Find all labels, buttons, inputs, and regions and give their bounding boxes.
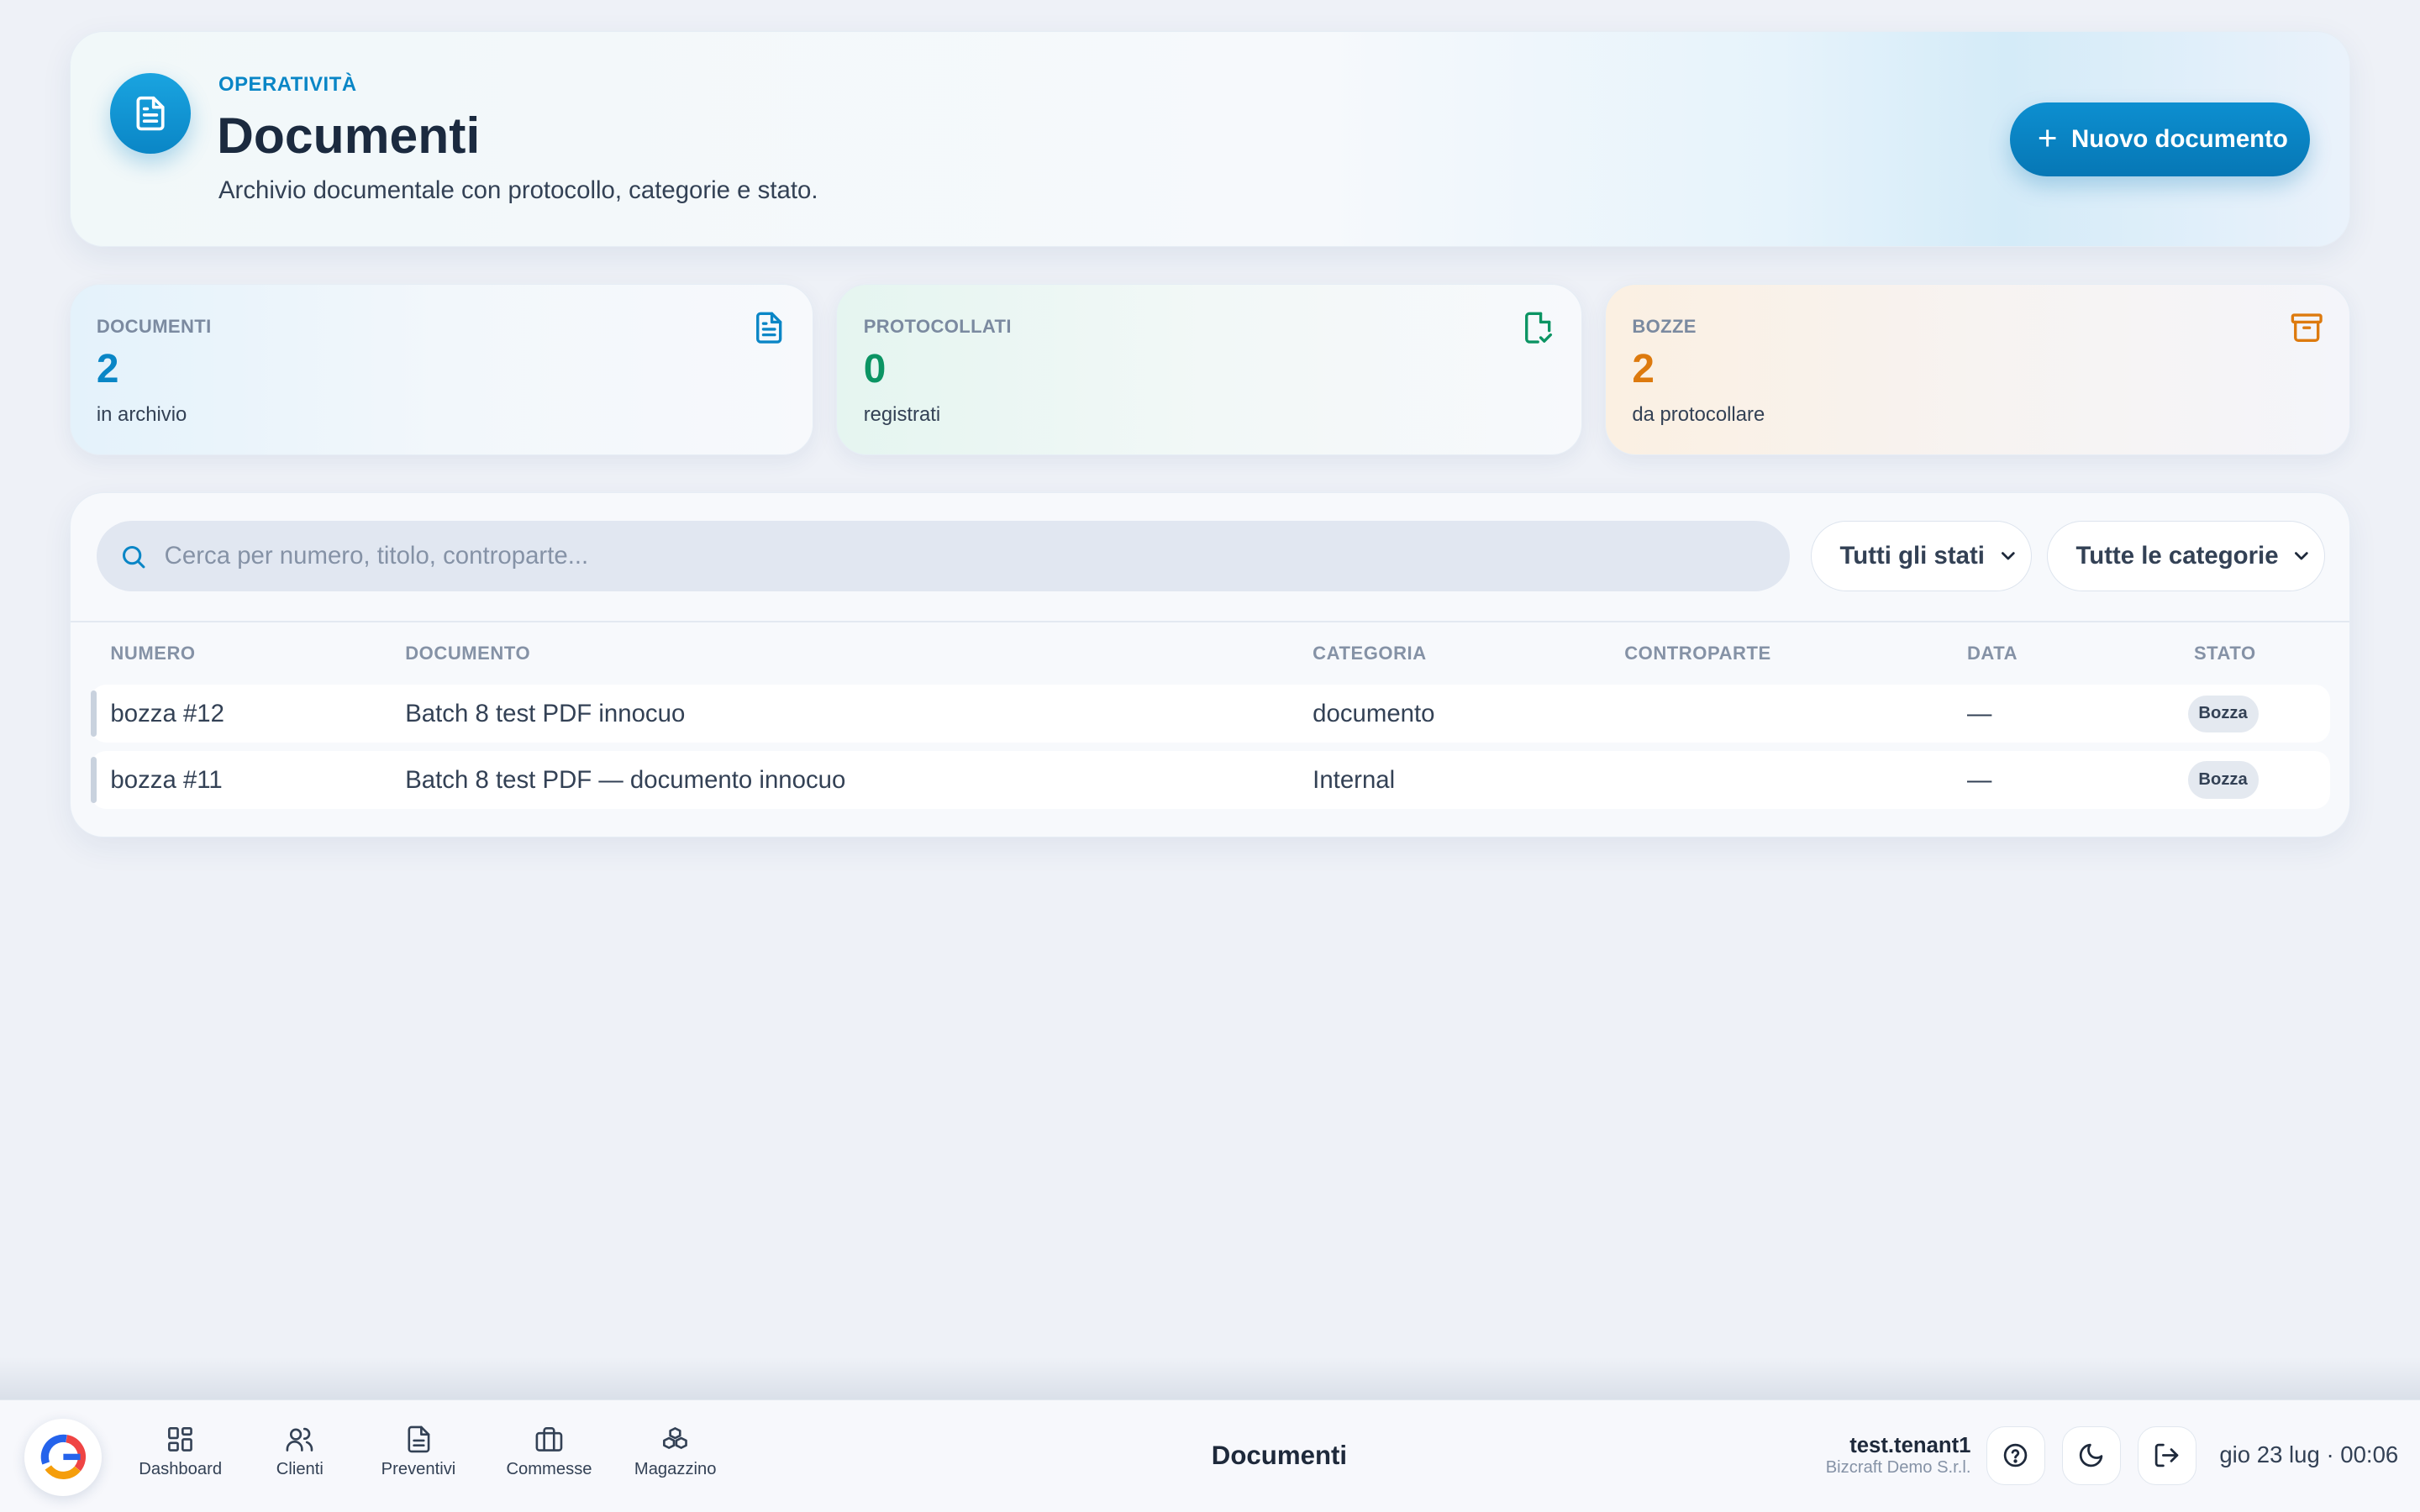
row-status-bar — [90, 690, 97, 738]
status-filter-value: Tutti gli stati — [1839, 542, 1985, 570]
column-header-documento[interactable]: DOCUMENTO — [405, 643, 530, 664]
stat-caption: da protocollare — [1632, 403, 1765, 427]
dock-shadow — [0, 1357, 2420, 1401]
table-row[interactable]: bozza #12 Batch 8 test PDF innocuo docum… — [90, 684, 2330, 743]
stat-caption: in archivio — [96, 403, 187, 427]
nav-label: Magazzino — [634, 1460, 717, 1479]
nav-label: Preventivi — [381, 1460, 456, 1479]
datetime: gio 23 lug · 00:06 — [2219, 1441, 2399, 1468]
stat-value: 0 — [863, 347, 886, 392]
nav-label: Commesse — [506, 1460, 592, 1479]
section-eyebrow: OPERATIVITÀ — [218, 73, 357, 97]
user-name: test.tenant1 — [1849, 1434, 1971, 1458]
stat-label: DOCUMENTI — [96, 315, 212, 337]
cell-data: — — [1966, 700, 1992, 728]
cell-categoria: Internal — [1313, 765, 1396, 794]
user-info: test.tenant1 Bizcraft Demo S.r.l. — [1826, 1434, 1971, 1478]
theme-toggle-button[interactable] — [2061, 1426, 2121, 1485]
column-header-controparte[interactable]: CONTROPARTE — [1624, 643, 1771, 664]
document-icon — [756, 312, 782, 344]
help-icon — [2003, 1444, 2028, 1467]
search-input[interactable] — [164, 520, 1770, 592]
file-check-icon — [1525, 312, 1553, 344]
column-header-categoria[interactable]: CATEGORIA — [1313, 643, 1427, 664]
page-title: Documenti — [217, 106, 481, 164]
chevron-down-icon — [2001, 551, 2015, 559]
app-logo[interactable] — [24, 1418, 103, 1496]
column-header-stato[interactable]: STATO — [2194, 643, 2256, 664]
nav-magazzino[interactable]: Magazzino — [634, 1425, 717, 1479]
current-page-title: Documenti — [1211, 1440, 1348, 1470]
boxes-icon — [663, 1427, 688, 1450]
stat-card-bozze: BOZZE 2 da protocollare — [1605, 283, 2351, 455]
status-badge: Bozza — [2187, 761, 2259, 799]
nav-commesse[interactable]: Commesse — [506, 1425, 592, 1479]
stat-caption: registrati — [863, 403, 941, 427]
stat-value: 2 — [96, 347, 119, 392]
moon-icon — [2080, 1444, 2103, 1467]
page-header: OPERATIVITÀ Documenti Archivio documenta… — [69, 30, 2351, 247]
file-text-icon — [408, 1425, 429, 1453]
nav-dashboard[interactable]: Dashboard — [139, 1425, 222, 1479]
new-document-button[interactable]: + Nuovo documento — [2009, 102, 2310, 177]
stat-value: 2 — [1632, 347, 1655, 392]
table-row[interactable]: bozza #11 Batch 8 test PDF — documento i… — [90, 750, 2330, 810]
column-header-numero[interactable]: NUMERO — [110, 643, 195, 664]
cell-data: — — [1966, 765, 1992, 794]
stat-card-documenti: DOCUMENTI 2 in archivio — [69, 283, 813, 455]
logo-icon — [40, 1435, 86, 1480]
cell-documento: Batch 8 test PDF innocuo — [405, 700, 686, 728]
cell-categoria: documento — [1313, 700, 1435, 728]
documents-panel: Tutti gli stati Tutte le categorie NUMER… — [69, 491, 2351, 838]
dashboard-icon — [168, 1427, 193, 1452]
new-document-label: Nuovo documento — [2070, 125, 2288, 154]
nav-label: Dashboard — [139, 1460, 223, 1479]
nav-clienti[interactable]: Clienti — [276, 1425, 324, 1479]
logout-icon — [2154, 1444, 2179, 1467]
status-filter-select[interactable]: Tutti gli stati — [1811, 520, 2033, 592]
column-header-data[interactable]: DATA — [1967, 643, 2018, 664]
logout-button[interactable] — [2137, 1426, 2196, 1485]
page-subtitle: Archivio documentale con protocollo, cat… — [218, 176, 818, 205]
category-filter-value: Tutte le categorie — [2075, 542, 2279, 570]
chevron-down-icon — [2294, 551, 2308, 559]
divider — [70, 621, 2350, 623]
search-icon — [123, 545, 145, 569]
briefcase-icon — [535, 1427, 563, 1452]
help-button[interactable] — [1986, 1426, 2045, 1485]
cell-numero: bozza #12 — [110, 700, 224, 728]
stat-label: BOZZE — [1632, 315, 1697, 337]
stat-label: PROTOCOLLATI — [863, 315, 1012, 337]
status-badge: Bozza — [2187, 695, 2259, 732]
search-bar[interactable] — [96, 520, 1790, 592]
category-filter-select[interactable]: Tutte le categorie — [2047, 520, 2326, 592]
company-name: Bizcraft Demo S.r.l. — [1825, 1458, 1971, 1478]
stat-card-protocollati: PROTOCOLLATI 0 registrati — [836, 283, 1582, 455]
users-icon — [286, 1428, 313, 1452]
archive-icon — [2291, 313, 2323, 343]
nav-label: Clienti — [276, 1460, 324, 1479]
nav-preventivi[interactable]: Preventivi — [381, 1425, 456, 1479]
row-status-bar — [90, 756, 97, 804]
document-icon — [110, 73, 191, 154]
cell-documento: Batch 8 test PDF — documento innocuo — [405, 765, 846, 794]
bottom-dock: Dashboard Clienti Preventivi Commesse Ma… — [0, 1399, 2420, 1512]
plus-icon: + — [2037, 118, 2058, 158]
cell-numero: bozza #11 — [110, 765, 223, 794]
